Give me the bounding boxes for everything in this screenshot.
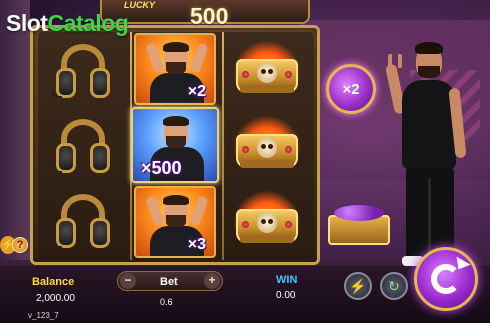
reel-2-row-1: ×2 [132, 32, 218, 106]
crown-icon [230, 41, 304, 101]
multiplier-label: ×2 [187, 83, 206, 100]
reel-2-row-2: ×500 [130, 106, 220, 184]
headphones-icon [52, 117, 114, 175]
turbo-button[interactable]: ⚡ [344, 272, 372, 300]
banner-lucky-text: LUCKY [124, 0, 155, 10]
reel-3-row-1 [224, 34, 310, 108]
peace-sign-icon [388, 54, 402, 68]
win-label: WIN [276, 274, 298, 286]
reel-3-row-2 [224, 109, 310, 183]
help-button[interactable]: ? [12, 237, 28, 253]
bet-decrease-button[interactable]: − [120, 273, 136, 289]
reel-2-row-3: ×3 [132, 185, 218, 259]
spin-button[interactable] [414, 247, 478, 311]
autoplay-button[interactable]: ↻ [380, 272, 408, 300]
balance-value: 2,000.00 [36, 293, 75, 304]
person-multiplier-tile: ×3 [134, 186, 216, 258]
bet-increase-button[interactable]: + [204, 273, 220, 289]
treasure-chest-icon [328, 205, 390, 245]
crown-icon [230, 191, 304, 251]
multiplier-label: ×3 [187, 236, 206, 253]
reel-1-row-2 [40, 109, 126, 183]
win-value: 0.00 [276, 290, 296, 301]
balance-label: Balance [32, 276, 75, 288]
reel-1-row-1 [40, 34, 126, 108]
banner-amount: 500 [190, 3, 229, 29]
watermark-part-1: Slot [6, 10, 48, 36]
version-label: v_123_7 [28, 311, 59, 320]
headphones-icon [52, 42, 114, 100]
person-multiplier-tile: ×2 [134, 33, 216, 105]
host-character [384, 40, 478, 270]
crown-icon [230, 116, 304, 176]
slotcatalog-watermark: SlotCatalog [6, 10, 129, 37]
person-multiplier-tile: ×500 [131, 107, 219, 183]
multiplier-label: ×500 [141, 158, 182, 178]
reel-3-row-3 [224, 184, 310, 258]
watermark-part-2: Catalog [47, 10, 129, 36]
headphones-icon [52, 192, 114, 250]
multiplier-orb: ×2 [326, 64, 376, 114]
bet-label: Bet [160, 276, 178, 288]
bet-value: 0.6 [160, 297, 173, 307]
reel-1-row-3 [40, 184, 126, 258]
